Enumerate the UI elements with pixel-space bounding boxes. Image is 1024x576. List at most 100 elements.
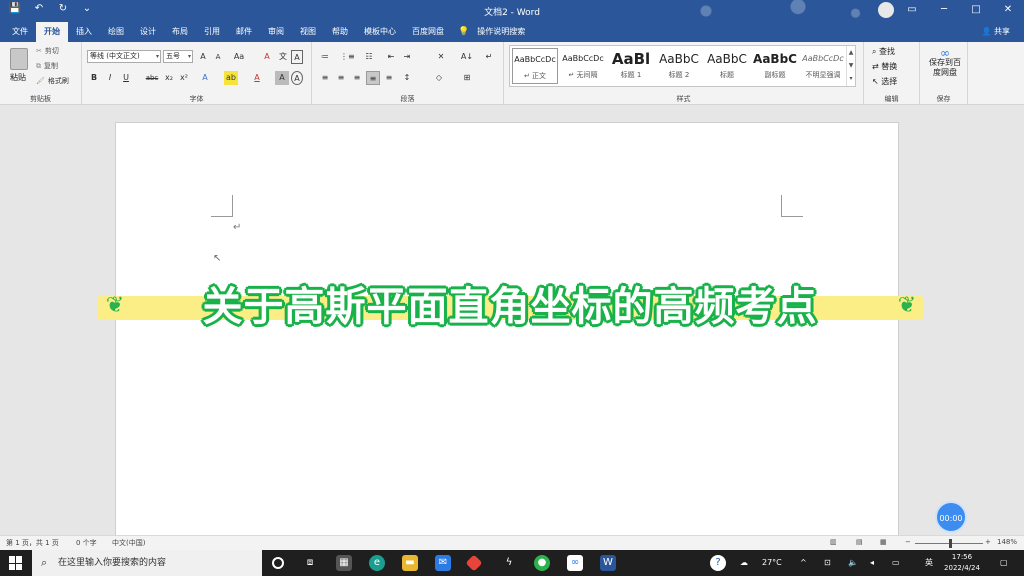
- windows-start-icon[interactable]: [9, 556, 23, 570]
- app-icon[interactable]: ϟ: [501, 555, 517, 571]
- print-layout-icon[interactable]: ▤: [856, 538, 863, 546]
- tab-insert[interactable]: 插入: [68, 22, 100, 42]
- chinese-layout-icon[interactable]: ✕: [434, 50, 448, 64]
- find-button[interactable]: ⌕ 查找: [872, 46, 895, 57]
- wechat-icon[interactable]: ●: [534, 555, 550, 571]
- speaker-icon[interactable]: 🔈: [848, 550, 858, 576]
- web-layout-icon[interactable]: ▦: [880, 538, 887, 546]
- tab-draw[interactable]: 绘图: [100, 22, 132, 42]
- bold-icon[interactable]: B: [87, 71, 101, 85]
- close-icon[interactable]: ✕: [992, 0, 1024, 22]
- tab-design[interactable]: 设计: [132, 22, 164, 42]
- avatar[interactable]: [878, 2, 894, 18]
- paste-button[interactable]: 粘贴: [10, 72, 26, 83]
- decrease-indent-icon[interactable]: ⇤: [384, 50, 398, 64]
- clock[interactable]: 17:56 2022/4/24: [942, 552, 982, 574]
- paste-icon[interactable]: [10, 48, 28, 70]
- chevron-up-icon[interactable]: ^: [800, 550, 807, 576]
- recording-timer[interactable]: 00:00: [935, 501, 967, 533]
- borders-icon[interactable]: ⊞: [460, 71, 474, 85]
- subscript-icon[interactable]: x₂: [162, 71, 176, 85]
- tab-file[interactable]: 文件: [4, 22, 36, 42]
- select-button[interactable]: ↖ 选择: [872, 76, 897, 87]
- read-mode-icon[interactable]: ▥: [830, 538, 837, 546]
- taskbar-search[interactable]: ⌕ 在这里输入你要搜索的内容: [32, 550, 262, 576]
- clear-format-icon[interactable]: A: [260, 50, 274, 64]
- enclose-characters-icon[interactable]: A: [291, 71, 303, 85]
- styles-scroll[interactable]: ▲ ▼ ▾: [846, 46, 855, 86]
- font-name-select[interactable]: 等线 (中文正文) ▾: [87, 50, 161, 63]
- distribute-icon[interactable]: ≡: [382, 71, 396, 85]
- ime-indicator[interactable]: 英: [925, 550, 933, 576]
- tab-home[interactable]: 开始: [36, 22, 68, 42]
- tab-review[interactable]: 审阅: [260, 22, 292, 42]
- font-color-icon[interactable]: A: [250, 71, 264, 85]
- tab-template-center[interactable]: 模板中心: [356, 22, 404, 42]
- tab-help[interactable]: 帮助: [324, 22, 356, 42]
- more-styles-icon[interactable]: ▾: [847, 72, 855, 85]
- zoom-level[interactable]: 148%: [997, 538, 1017, 546]
- style-subtle-emphasis[interactable]: AaBbCcDc 不明显强调: [800, 48, 846, 84]
- tab-layout[interactable]: 布局: [164, 22, 196, 42]
- notification-icon[interactable]: ▢: [1000, 550, 1008, 576]
- network-icon[interactable]: ⊡: [824, 550, 831, 576]
- show-marks-icon[interactable]: ↵: [482, 50, 496, 64]
- file-explorer-icon[interactable]: ▬: [402, 555, 418, 571]
- justify-icon[interactable]: ≡: [366, 71, 380, 85]
- phonetic-guide-icon[interactable]: 文: [276, 50, 290, 64]
- cut-button[interactable]: ✂ 剪切: [36, 46, 59, 56]
- style-title[interactable]: AaBbC 标题: [704, 48, 750, 84]
- style-subtitle[interactable]: AaBbC 副标题: [752, 48, 798, 84]
- tab-view[interactable]: 视图: [292, 22, 324, 42]
- share-button[interactable]: 👤 共享: [981, 22, 1010, 42]
- style-heading-2[interactable]: AaBbC 标题 2: [656, 48, 702, 84]
- tab-references[interactable]: 引用: [196, 22, 228, 42]
- align-right-icon[interactable]: ≡: [350, 71, 364, 85]
- baidu-netdisk-icon[interactable]: ∞: [567, 555, 583, 571]
- save-to-baidu-button[interactable]: ∞ 保存到百度网盘: [926, 47, 964, 78]
- style-heading-1[interactable]: AaBl 标题 1: [608, 48, 654, 84]
- copy-button[interactable]: ⧉ 复制: [36, 61, 58, 71]
- increase-indent-icon[interactable]: ⇥: [400, 50, 414, 64]
- mail-icon[interactable]: ✉: [435, 555, 451, 571]
- tab-baidu-netdisk[interactable]: 百度网盘: [404, 22, 452, 42]
- shrink-font-icon[interactable]: A: [211, 50, 225, 64]
- minimize-icon[interactable]: ─: [928, 0, 960, 22]
- text-effects-icon[interactable]: A: [198, 71, 212, 85]
- word-count[interactable]: 0 个字: [76, 538, 97, 548]
- superscript-icon[interactable]: x²: [177, 71, 191, 85]
- app-icon[interactable]: [465, 554, 483, 572]
- numbering-icon[interactable]: ⋮≡: [340, 50, 355, 64]
- task-view-icon[interactable]: ⧈: [302, 555, 318, 571]
- change-case-icon[interactable]: Aa: [230, 50, 248, 64]
- align-left-icon[interactable]: ≡: [318, 71, 332, 85]
- grow-font-icon[interactable]: A: [196, 50, 210, 64]
- restore-icon[interactable]: □: [960, 0, 992, 22]
- style-normal[interactable]: AaBbCcDc ↵ 正文: [512, 48, 558, 84]
- zoom-out-icon[interactable]: −: [905, 538, 911, 546]
- battery-icon[interactable]: ▭: [892, 550, 900, 576]
- help-icon[interactable]: ?: [710, 555, 726, 571]
- replace-button[interactable]: ⇄ 替换: [872, 61, 897, 72]
- sort-icon[interactable]: A↓: [458, 50, 476, 64]
- bullets-icon[interactable]: ≔: [318, 50, 332, 64]
- cortana-icon[interactable]: [272, 557, 284, 569]
- language[interactable]: 中文(中国): [112, 538, 145, 548]
- word-icon[interactable]: W: [600, 555, 616, 571]
- zoom-in-icon[interactable]: +: [985, 538, 991, 546]
- weather-temp[interactable]: 27°C: [762, 550, 782, 576]
- chevron-down-icon[interactable]: ▼: [847, 59, 855, 72]
- line-spacing-icon[interactable]: ↕: [400, 71, 414, 85]
- ribbon-display-icon[interactable]: ▭: [896, 0, 928, 22]
- format-painter-button[interactable]: 🖌 格式刷: [36, 76, 69, 86]
- tab-mailings[interactable]: 邮件: [228, 22, 260, 42]
- zoom-slider-thumb[interactable]: [949, 539, 952, 548]
- chevron-up-icon[interactable]: ▲: [847, 46, 855, 59]
- align-center-icon[interactable]: ≡: [334, 71, 348, 85]
- font-size-select[interactable]: 五号 ▾: [163, 50, 193, 63]
- page-count[interactable]: 第 1 页，共 1 页: [6, 538, 59, 548]
- italic-icon[interactable]: I: [103, 71, 117, 85]
- store-icon[interactable]: ▦: [336, 555, 352, 571]
- edge-icon[interactable]: e: [369, 555, 385, 571]
- character-border-icon[interactable]: A: [291, 50, 303, 64]
